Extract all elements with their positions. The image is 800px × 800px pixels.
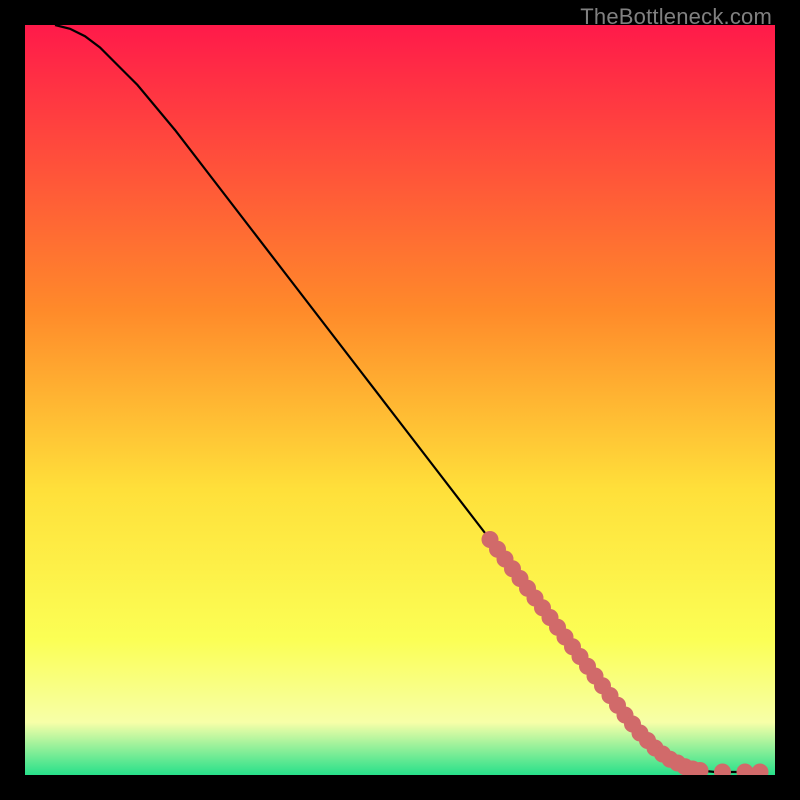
bottleneck-chart [25,25,775,775]
curve-marker [715,764,731,775]
curve-marker [737,764,753,775]
curve-marker [752,764,768,775]
curve-marker [692,763,708,776]
gradient-background [25,25,775,775]
